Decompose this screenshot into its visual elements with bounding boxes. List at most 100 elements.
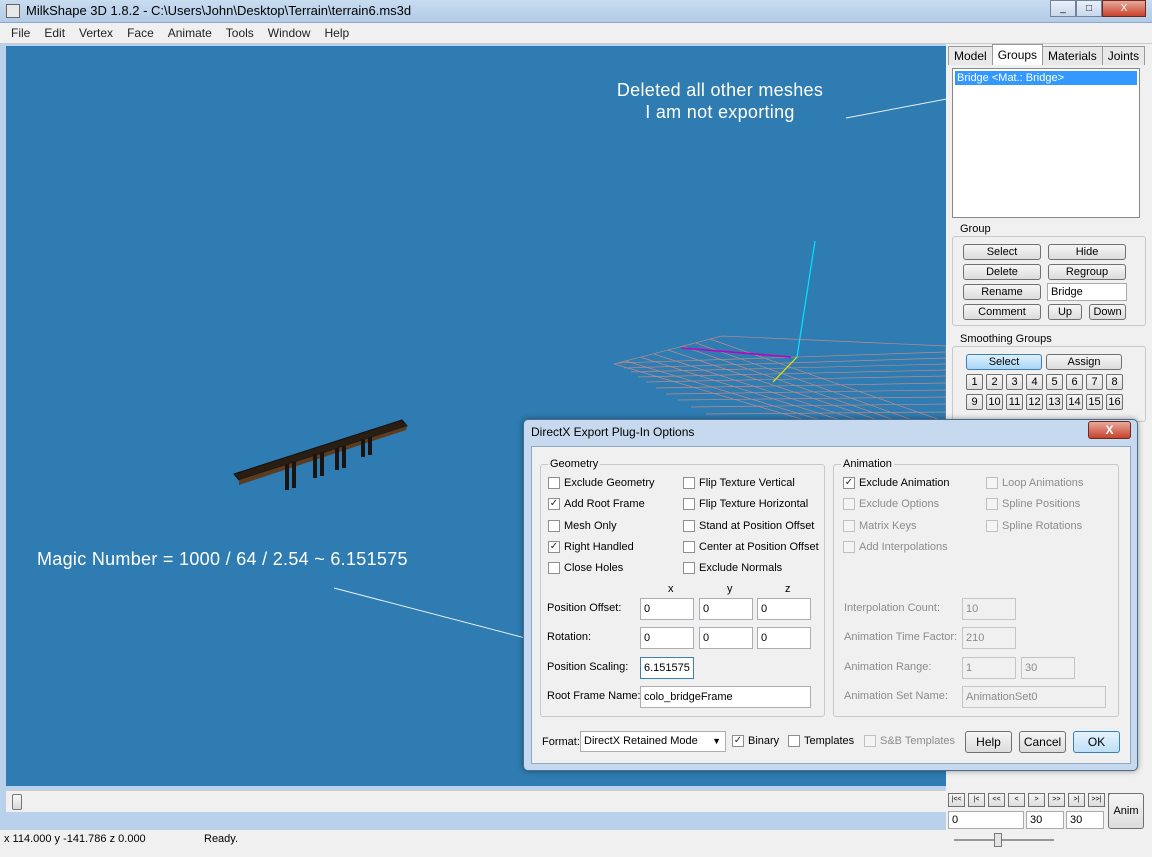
animation-controls: |<< |< << < > >> >| >>| || 0 30 30 Anim	[946, 789, 1152, 857]
smoothing-group-1-button[interactable]: 1	[966, 374, 983, 390]
close-window-button[interactable]: X	[1102, 0, 1146, 17]
geometry-right-checkbox-3[interactable]: Center at Position Offset	[683, 540, 819, 553]
smoothing-group-6-button[interactable]: 6	[1066, 374, 1083, 390]
timeline-thumb[interactable]	[12, 794, 22, 810]
animation-left-checkbox-2[interactable]: Matrix Keys	[843, 519, 916, 532]
first-frame-button[interactable]: |<<	[948, 793, 965, 807]
tab-groups[interactable]: Groups	[991, 44, 1044, 65]
group-comment-button[interactable]: Comment	[963, 304, 1041, 320]
root-frame-field[interactable]: colo_bridgeFrame	[640, 686, 811, 708]
rotation-y[interactable]: 0	[699, 627, 753, 649]
group-up-button[interactable]: Up	[1048, 304, 1082, 320]
animation-left-checkbox-0[interactable]: ✓ Exclude Animation	[843, 477, 950, 489]
next-key-button[interactable]: >|	[1068, 793, 1085, 807]
geometry-left-checkbox-3[interactable]: ✓ Right Handled	[548, 540, 634, 553]
smoothing-group-4-button[interactable]: 4	[1026, 374, 1043, 390]
animation-right-checkbox-2[interactable]: Spline Rotations	[986, 519, 1082, 532]
smoothing-group-5-button[interactable]: 5	[1046, 374, 1063, 390]
menu-tools[interactable]: Tools	[219, 26, 261, 40]
anim-range-start[interactable]: 1	[962, 657, 1016, 679]
position-offset-y[interactable]: 0	[699, 598, 753, 620]
rotation-z[interactable]: 0	[757, 627, 811, 649]
dialog-close-button[interactable]: X	[1088, 421, 1131, 439]
ok-button[interactable]: OK	[1073, 731, 1120, 753]
smoothing-group-10-button[interactable]: 10	[986, 394, 1003, 410]
menu-file[interactable]: File	[4, 26, 37, 40]
smoothing-group-2-button[interactable]: 2	[986, 374, 1003, 390]
smoothing-group-7-button[interactable]: 7	[1086, 374, 1103, 390]
geometry-left-checkbox-0[interactable]: Exclude Geometry	[548, 477, 654, 489]
time-factor-field[interactable]: 210	[962, 627, 1016, 649]
geometry-left-checkbox-4[interactable]: Close Holes	[548, 562, 623, 575]
axis-x-label: x	[668, 583, 674, 595]
anim-button[interactable]: Anim	[1108, 793, 1144, 829]
last-frame-button[interactable]: >>|	[1088, 793, 1105, 807]
menu-window[interactable]: Window	[261, 26, 318, 40]
smoothing-group-15-button[interactable]: 15	[1086, 394, 1103, 410]
binary-checkbox[interactable]: ✓ Binary	[732, 735, 779, 747]
help-button[interactable]: Help	[965, 731, 1012, 753]
group-list[interactable]: Bridge <Mat.: Bridge>	[952, 68, 1140, 218]
position-scaling-field[interactable]: 6.151575	[640, 657, 694, 679]
group-name-field[interactable]: Bridge	[1047, 283, 1127, 301]
sb-templates-checkbox[interactable]: S&B Templates	[864, 735, 955, 747]
smoothing-group-9-button[interactable]: 9	[966, 394, 983, 410]
anim-set-name-field[interactable]: AnimationSet0	[962, 686, 1106, 708]
geometry-right-checkbox-1[interactable]: Flip Texture Horizontal	[683, 498, 808, 511]
frame-field[interactable]: 0	[948, 811, 1024, 829]
anim-range-end[interactable]: 30	[1021, 657, 1075, 679]
group-down-button[interactable]: Down	[1089, 304, 1126, 320]
group-hide-button[interactable]: Hide	[1048, 244, 1126, 260]
prev-key-button[interactable]: |<	[968, 793, 985, 807]
rotation-x[interactable]: 0	[640, 627, 694, 649]
animation-right-checkbox-0[interactable]: Loop Animations	[986, 477, 1083, 489]
menu-help[interactable]: Help	[317, 26, 356, 40]
anim-speed-thumb[interactable]	[994, 833, 1002, 847]
end-frame-field[interactable]: 30	[1066, 811, 1104, 829]
menu-edit[interactable]: Edit	[37, 26, 72, 40]
geometry-right-checkbox-4[interactable]: Exclude Normals	[683, 562, 782, 575]
geometry-right-checkbox-2[interactable]: Stand at Position Offset	[683, 519, 814, 532]
interp-count-field[interactable]: 10	[962, 598, 1016, 620]
animation-left-checkbox-3[interactable]: Add Interpolations	[843, 540, 948, 553]
smoothing-group-13-button[interactable]: 13	[1046, 394, 1063, 410]
geometry-left-checkbox-1[interactable]: ✓ Add Root Frame	[548, 498, 645, 511]
tab-joints[interactable]: Joints	[1101, 46, 1146, 65]
rewind-button[interactable]: <<	[988, 793, 1005, 807]
smoothing-group-12-button[interactable]: 12	[1026, 394, 1043, 410]
animation-left-checkbox-1[interactable]: Exclude Options	[843, 498, 939, 511]
animation-right-checkbox-1[interactable]: Spline Positions	[986, 498, 1080, 511]
smoothing-group-8-button[interactable]: 8	[1106, 374, 1123, 390]
group-select-button[interactable]: Select	[963, 244, 1041, 260]
position-offset-x[interactable]: 0	[640, 598, 694, 620]
anim-speed-slider[interactable]	[954, 839, 1054, 841]
maximize-button[interactable]: □	[1076, 0, 1102, 17]
smoothing-group-16-button[interactable]: 16	[1106, 394, 1123, 410]
timeline-slider[interactable]	[6, 790, 946, 812]
menu-animate[interactable]: Animate	[161, 26, 219, 40]
cancel-button[interactable]: Cancel	[1019, 731, 1066, 753]
position-offset-z[interactable]: 0	[757, 598, 811, 620]
start-frame-field[interactable]: 30	[1026, 811, 1064, 829]
geometry-left-checkbox-2[interactable]: Mesh Only	[548, 519, 617, 532]
geometry-right-checkbox-0[interactable]: Flip Texture Vertical	[683, 477, 795, 489]
group-list-item[interactable]: Bridge <Mat.: Bridge>	[955, 71, 1137, 85]
templates-checkbox[interactable]: Templates	[788, 735, 854, 747]
group-delete-button[interactable]: Delete	[963, 264, 1041, 280]
next-frame-button[interactable]: >	[1028, 793, 1045, 807]
tab-materials[interactable]: Materials	[1042, 46, 1103, 65]
tab-model[interactable]: Model	[948, 46, 993, 65]
group-rename-button[interactable]: Rename	[963, 284, 1041, 300]
prev-frame-button[interactable]: <	[1008, 793, 1025, 807]
smoothing-group-14-button[interactable]: 14	[1066, 394, 1083, 410]
group-regroup-button[interactable]: Regroup	[1048, 264, 1126, 280]
smoothing-group-3-button[interactable]: 3	[1006, 374, 1023, 390]
menu-face[interactable]: Face	[120, 26, 161, 40]
smoothing-group-11-button[interactable]: 11	[1006, 394, 1023, 410]
smoothing-select-button[interactable]: Select	[966, 354, 1042, 370]
minimize-button[interactable]: _	[1050, 0, 1076, 17]
format-select[interactable]: DirectX Retained Mode ▼	[580, 731, 726, 752]
smoothing-assign-button[interactable]: Assign	[1046, 354, 1122, 370]
menu-vertex[interactable]: Vertex	[72, 26, 120, 40]
fast-forward-button[interactable]: >>	[1048, 793, 1065, 807]
